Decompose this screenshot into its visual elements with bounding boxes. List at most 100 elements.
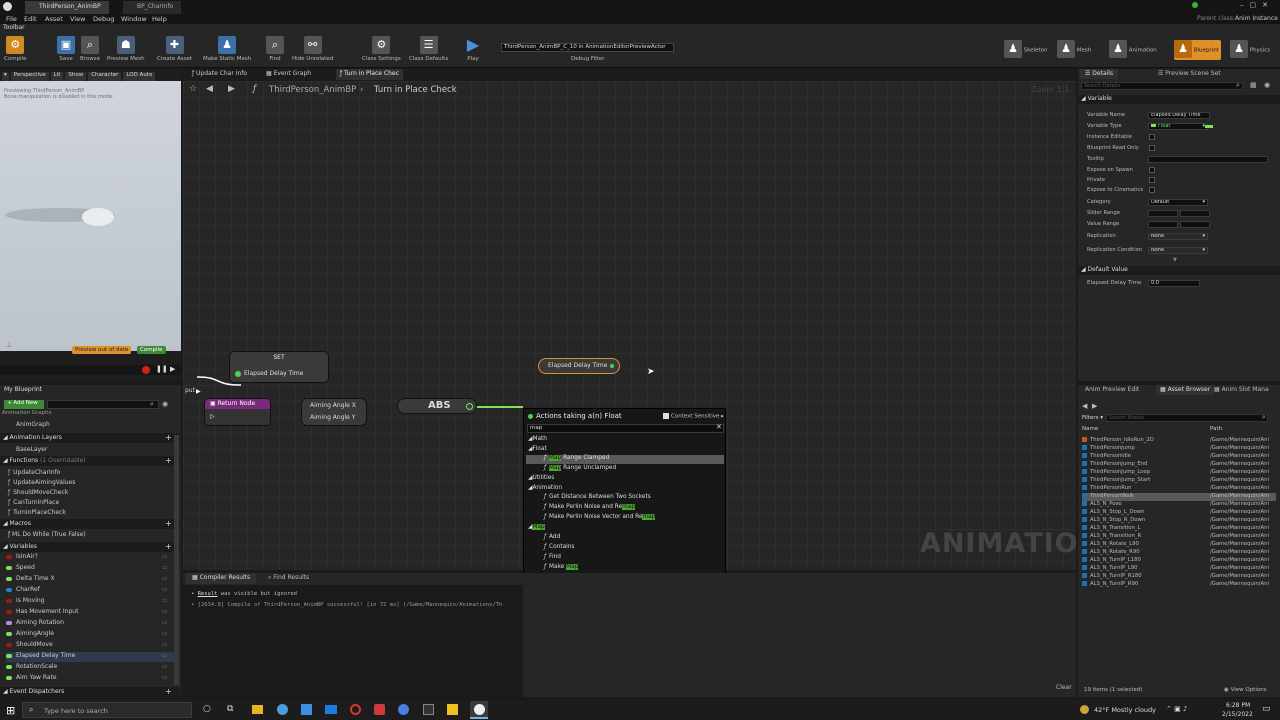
- function-item[interactable]: ƒ ShouldMoveCheck: [8, 489, 68, 496]
- action-category[interactable]: ◢Map: [528, 524, 545, 531]
- mode-skeleton[interactable]: ♟ Skeleton: [1004, 40, 1048, 60]
- asset-row[interactable]: ThirdPersonJump_Loop/Game/Mannequin/Ani: [1082, 469, 1276, 477]
- create-asset-button[interactable]: ✚ Create Asset: [157, 36, 192, 62]
- cortana-icon[interactable]: ○: [203, 704, 211, 714]
- detail-checkbox[interactable]: [1149, 187, 1155, 193]
- variable-item[interactable]: Delta Time X ▭: [6, 575, 174, 585]
- close-icon[interactable]: ✕: [716, 423, 722, 431]
- save-button[interactable]: ▣ Save: [57, 36, 75, 62]
- record-icon[interactable]: [142, 366, 150, 374]
- filters-button[interactable]: Filters ▾: [1082, 415, 1103, 421]
- mode-physics[interactable]: ♟ Physics: [1230, 40, 1270, 60]
- blueprint-search-input[interactable]: [47, 400, 159, 409]
- asset-row[interactable]: ALS_N_Rotate_L90/Game/Mannequin/Ani: [1082, 541, 1276, 549]
- menu-debug[interactable]: Debug: [93, 15, 114, 23]
- action-item[interactable]: ƒ Get Distance Between Two Sockets: [526, 494, 724, 503]
- browse-button[interactable]: ⌕ Browse: [80, 36, 100, 62]
- macros-header[interactable]: ◢ Macros: [0, 519, 180, 529]
- default-value-input[interactable]: 0.0: [1148, 280, 1200, 287]
- range-min-input[interactable]: [1148, 210, 1178, 217]
- variable-section-header[interactable]: ◢ Variable: [1078, 95, 1280, 104]
- mode-blueprint[interactable]: ♟ Blueprint: [1174, 40, 1221, 60]
- show-button[interactable]: Show: [65, 72, 87, 81]
- hide-unrelated-button[interactable]: ⚯ Hide Unrelated: [292, 36, 333, 62]
- visibility-eye-icon[interactable]: ▭: [162, 630, 168, 637]
- parent-class-value[interactable]: Anim Instance: [1235, 15, 1278, 22]
- asset-row[interactable]: ALS_N_Rotate_R90/Game/Mannequin/Ani: [1082, 549, 1276, 557]
- perspective-button[interactable]: Perspective: [10, 72, 49, 81]
- tab-update-char-info[interactable]: ƒ Update Char Info: [192, 70, 247, 77]
- animation-layers-header[interactable]: ◢ Animation Layers: [0, 433, 180, 443]
- viewport-menu-button[interactable]: ▾: [2, 72, 9, 81]
- function-item[interactable]: ƒ UpdateCharInfo: [8, 469, 60, 476]
- range-max-input[interactable]: [1180, 210, 1210, 217]
- add-layer-icon[interactable]: +: [165, 433, 172, 442]
- mail-icon[interactable]: [325, 705, 337, 714]
- menu-window[interactable]: Window: [121, 15, 147, 23]
- play-forward-icon[interactable]: ▶: [170, 365, 175, 373]
- add-macro-icon[interactable]: +: [165, 519, 172, 528]
- asset-row[interactable]: ThirdPersonJump_Start/Game/Mannequin/Ani: [1082, 477, 1276, 485]
- variable-item[interactable]: RotationScale ▭: [6, 663, 174, 673]
- asset-row[interactable]: ALS_N_TurnIP_L90/Game/Mannequin/Ani: [1082, 565, 1276, 573]
- add-variable-icon[interactable]: +: [165, 542, 172, 551]
- expand-arrow-icon[interactable]: ▼: [1173, 257, 1177, 263]
- app-icon-2[interactable]: [374, 704, 385, 715]
- column-path-header[interactable]: Path: [1210, 426, 1222, 432]
- range-max-input[interactable]: [1180, 221, 1210, 228]
- aiming-y-pin[interactable]: Aiming Angle Y: [310, 414, 355, 421]
- weather-text[interactable]: 42°F Mostly cloudy: [1094, 706, 1156, 714]
- range-min-input[interactable]: [1148, 221, 1178, 228]
- tab-turn-in-place[interactable]: ƒ Turn in Place Chec: [336, 69, 403, 80]
- functions-header[interactable]: ◢ Functions (1 Overridable): [0, 456, 180, 466]
- action-item[interactable]: ƒ Make Map: [526, 564, 724, 573]
- set-node[interactable]: SET Elapsed Delay Time: [229, 351, 329, 383]
- visibility-eye-icon[interactable]: ▭: [162, 553, 168, 560]
- character-button[interactable]: Character: [88, 72, 122, 81]
- variable-item[interactable]: Has Movement Input ▭: [6, 608, 174, 618]
- clock-date[interactable]: 2/15/2022: [1222, 711, 1253, 718]
- play-button[interactable]: ▶ Play: [464, 36, 482, 63]
- tab-asset-browser[interactable]: ▦ Asset Browser: [1156, 385, 1215, 395]
- action-category[interactable]: ◢Math: [528, 436, 547, 442]
- details-search-input[interactable]: Search Details: [1081, 82, 1243, 90]
- context-sensitive-toggle[interactable]: Context Sensitive ▸: [663, 413, 724, 420]
- variable-item[interactable]: Aiming Rotation ▭: [6, 619, 174, 629]
- default-value-section-header[interactable]: ◢ Default Value: [1078, 266, 1280, 275]
- asset-row[interactable]: ALS_N_Transition_L/Game/Mannequin/Ani: [1082, 525, 1276, 533]
- asset-row[interactable]: ALS_N_Stop_L_Down/Game/Mannequin/Ani: [1082, 509, 1276, 517]
- back-arrow-icon[interactable]: ◀: [1082, 402, 1087, 410]
- action-category[interactable]: ◢Float: [528, 446, 547, 452]
- detail-checkbox[interactable]: [1149, 167, 1155, 173]
- view-options-button[interactable]: ◉ View Options: [1224, 687, 1267, 693]
- tab-event-graph[interactable]: ▦ Event Graph: [266, 70, 311, 77]
- action-item[interactable]: ƒ Make Perlin Noise and Remap: [526, 504, 724, 513]
- variable-item[interactable]: Aim Yaw Rate ▭: [6, 674, 174, 684]
- event-dispatchers-header[interactable]: ◢ Event Dispatchers: [0, 687, 180, 697]
- menu-asset[interactable]: Asset: [45, 15, 63, 23]
- asset-row[interactable]: ThirdPersonIdle/Game/Mannequin/Ani: [1082, 453, 1276, 461]
- window-controls[interactable]: –▢✕: [1240, 1, 1274, 9]
- add-function-icon[interactable]: +: [165, 456, 172, 465]
- edge-icon[interactable]: [277, 704, 288, 715]
- menu-help[interactable]: Help: [152, 15, 167, 23]
- tab-anim-preview-edit[interactable]: Anim Preview Edit: [1085, 386, 1139, 393]
- macro-item[interactable]: ƒ ML Do While (True False): [8, 531, 86, 538]
- compile-button[interactable]: ⚙ Compile: [4, 36, 27, 62]
- action-search-input[interactable]: map: [527, 424, 724, 433]
- detail-value-field[interactable]: None ▾: [1148, 233, 1208, 240]
- visibility-eye-icon[interactable]: ▭: [162, 586, 168, 593]
- variable-item[interactable]: IsInAir? ▭: [6, 553, 174, 563]
- app-icon-1[interactable]: [301, 704, 312, 715]
- find-button[interactable]: ⌕ Find: [266, 36, 284, 62]
- visibility-eye-icon[interactable]: ▭: [162, 663, 168, 670]
- detail-checkbox[interactable]: [1149, 177, 1155, 183]
- asset-row[interactable]: ALS_N_Transition_R/Game/Mannequin/Ani: [1082, 533, 1276, 541]
- unreal-taskbar-icon[interactable]: [470, 701, 488, 719]
- add-dispatcher-icon[interactable]: +: [165, 687, 172, 696]
- animation-graphs-header[interactable]: Animation Graphs: [2, 410, 52, 416]
- tab-preview-scene[interactable]: ☰ Preview Scene Set: [1158, 70, 1221, 77]
- my-blueprint-tab[interactable]: My Blueprint: [4, 386, 42, 393]
- tab-compiler-results[interactable]: ▦ Compiler Results: [186, 573, 257, 584]
- return-exec-pin[interactable]: ▷: [210, 413, 215, 420]
